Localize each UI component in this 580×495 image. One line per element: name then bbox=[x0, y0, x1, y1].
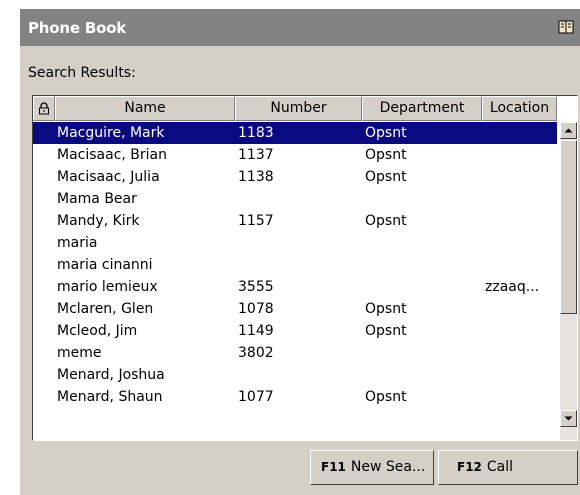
column-header-name[interactable]: Name bbox=[55, 96, 235, 121]
cell-department: Opsnt bbox=[365, 213, 407, 229]
lock-column-header[interactable] bbox=[33, 96, 55, 121]
new-search-key: F11 bbox=[321, 460, 346, 474]
cell-name: Menard, Shaun bbox=[57, 389, 163, 405]
table-row[interactable]: maria cinanni bbox=[33, 254, 557, 276]
book-icon[interactable] bbox=[558, 19, 574, 35]
cell-department: Opsnt bbox=[365, 125, 407, 141]
new-search-button[interactable]: F11 New Sea... bbox=[310, 450, 434, 485]
cell-name: mario lemieux bbox=[57, 279, 158, 295]
cell-number: 1137 bbox=[238, 147, 274, 163]
cell-number: 3555 bbox=[238, 279, 274, 295]
cell-name: Mclaren, Glen bbox=[57, 301, 154, 317]
table-row[interactable]: Macisaac, Julia 1138 Opsnt bbox=[33, 166, 557, 188]
cell-number: 3802 bbox=[238, 345, 274, 361]
title-bar: Phone Book bbox=[20, 9, 580, 46]
call-label: Call bbox=[486, 459, 514, 475]
table-row[interactable]: Macisaac, Brian 1137 Opsnt bbox=[33, 144, 557, 166]
cell-department: Opsnt bbox=[365, 301, 407, 317]
cell-department: Opsnt bbox=[365, 147, 407, 163]
cell-number: 1077 bbox=[238, 389, 274, 405]
arrow-up-icon bbox=[564, 128, 573, 133]
column-header-department[interactable]: Department bbox=[362, 96, 482, 121]
window-title: Phone Book bbox=[28, 19, 127, 37]
column-header-location[interactable]: Location bbox=[482, 96, 557, 121]
table-row[interactable]: Mandy, Kirk 1157 Opsnt bbox=[33, 210, 557, 232]
table-row[interactable]: Menard, Shaun 1077 Opsnt bbox=[33, 386, 557, 408]
cell-name: Menard, Joshua bbox=[57, 367, 165, 383]
table-row[interactable]: Mama Bear bbox=[33, 188, 557, 210]
call-key: F12 bbox=[457, 460, 482, 474]
vertical-scrollbar[interactable] bbox=[560, 122, 577, 440]
cell-number: 1138 bbox=[238, 169, 274, 185]
search-results-label: Search Results: bbox=[28, 65, 136, 81]
table-row[interactable]: mario lemieux 3555 zzaaq... bbox=[33, 276, 557, 298]
cell-name: Macisaac, Julia bbox=[57, 169, 160, 185]
phone-book-window: Phone Book Search Results: Name Number D… bbox=[20, 9, 580, 495]
results-table: Name Number Department Location Macguire… bbox=[32, 95, 578, 441]
scroll-thumb[interactable] bbox=[560, 140, 577, 314]
lock-icon bbox=[39, 102, 49, 115]
table-row[interactable]: Macguire, Mark 1183 Opsnt bbox=[33, 122, 557, 144]
cell-name: Mandy, Kirk bbox=[57, 213, 140, 229]
cell-department: Opsnt bbox=[365, 389, 407, 405]
table-row[interactable]: maria bbox=[33, 232, 557, 254]
scroll-up-button[interactable] bbox=[560, 122, 577, 139]
cell-name: Mcleod, Jim bbox=[57, 323, 138, 339]
cell-name: Macisaac, Brian bbox=[57, 147, 167, 163]
cell-name: Macguire, Mark bbox=[57, 125, 165, 141]
table-row[interactable]: Menard, Joshua bbox=[33, 364, 557, 386]
arrow-down-icon bbox=[564, 416, 573, 421]
cell-number: 1149 bbox=[238, 323, 274, 339]
cell-location: zzaaq... bbox=[485, 279, 540, 295]
cell-name: maria bbox=[57, 235, 98, 251]
table-row[interactable]: Mclaren, Glen 1078 Opsnt bbox=[33, 298, 557, 320]
cell-name: maria cinanni bbox=[57, 257, 153, 273]
call-button[interactable]: F12 Call bbox=[438, 450, 578, 485]
cell-number: 1078 bbox=[238, 301, 274, 317]
cell-department: Opsnt bbox=[365, 323, 407, 339]
table-row[interactable]: Mcleod, Jim 1149 Opsnt bbox=[33, 320, 557, 342]
scroll-down-button[interactable] bbox=[560, 410, 577, 427]
cell-department: Opsnt bbox=[365, 169, 407, 185]
column-header-number[interactable]: Number bbox=[235, 96, 362, 121]
cell-name: meme bbox=[57, 345, 102, 361]
cell-name: Mama Bear bbox=[57, 191, 137, 207]
cell-number: 1183 bbox=[238, 125, 274, 141]
table-row[interactable]: meme 3802 bbox=[33, 342, 557, 364]
cell-number: 1157 bbox=[238, 213, 274, 229]
new-search-label: New Sea... bbox=[350, 459, 426, 475]
